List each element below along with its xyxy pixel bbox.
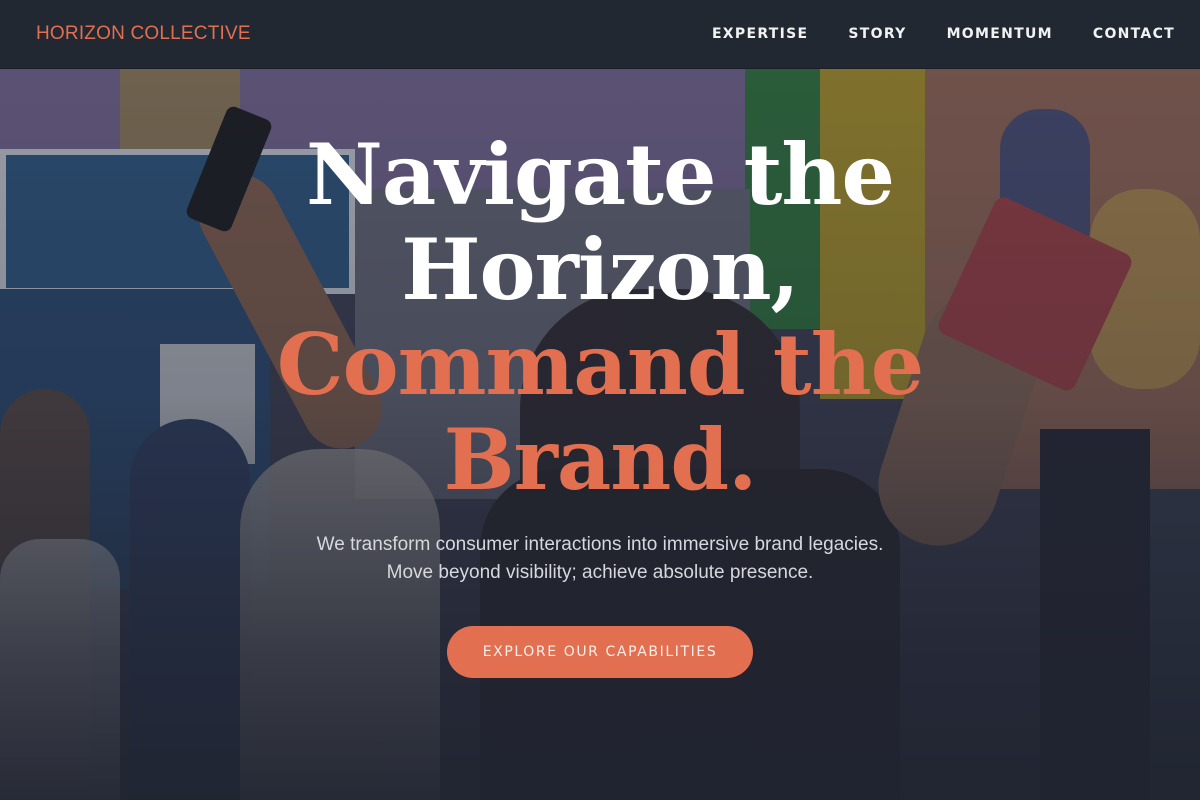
- nav-link-story[interactable]: STORY: [848, 26, 906, 42]
- hero-subtext-line-2: Move beyond visibility; achieve absolute…: [386, 562, 814, 583]
- headline-line-3: Command the: [276, 315, 924, 414]
- top-navbar: HORIZON COLLECTIVE EXPERTISE STORY MOMEN…: [0, 0, 1200, 69]
- landing-page: HORIZON COLLECTIVE EXPERTISE STORY MOMEN…: [0, 0, 1200, 800]
- headline-line-1: Navigate the: [306, 125, 895, 224]
- hero-headline: Navigate the Horizon, Command the Brand.: [0, 127, 1200, 507]
- brand-logo-link[interactable]: HORIZON COLLECTIVE: [36, 23, 251, 45]
- main-nav: EXPERTISE STORY MOMENTUM CONTACT: [712, 26, 1175, 42]
- explore-capabilities-button[interactable]: EXPLORE OUR CAPABILITIES: [447, 626, 753, 678]
- hero-subtext: We transform consumer interactions into …: [0, 531, 1200, 587]
- nav-link-momentum[interactable]: MOMENTUM: [947, 26, 1053, 42]
- headline-line-4: Brand.: [443, 410, 758, 509]
- hero-subtext-line-1: We transform consumer interactions into …: [316, 534, 884, 555]
- nav-link-expertise[interactable]: EXPERTISE: [712, 26, 808, 42]
- nav-link-contact[interactable]: CONTACT: [1093, 26, 1175, 42]
- headline-line-2: Horizon,: [401, 220, 800, 319]
- hero-content: Navigate the Horizon, Command the Brand.…: [0, 69, 1200, 800]
- hero-section: Navigate the Horizon, Command the Brand.…: [0, 69, 1200, 800]
